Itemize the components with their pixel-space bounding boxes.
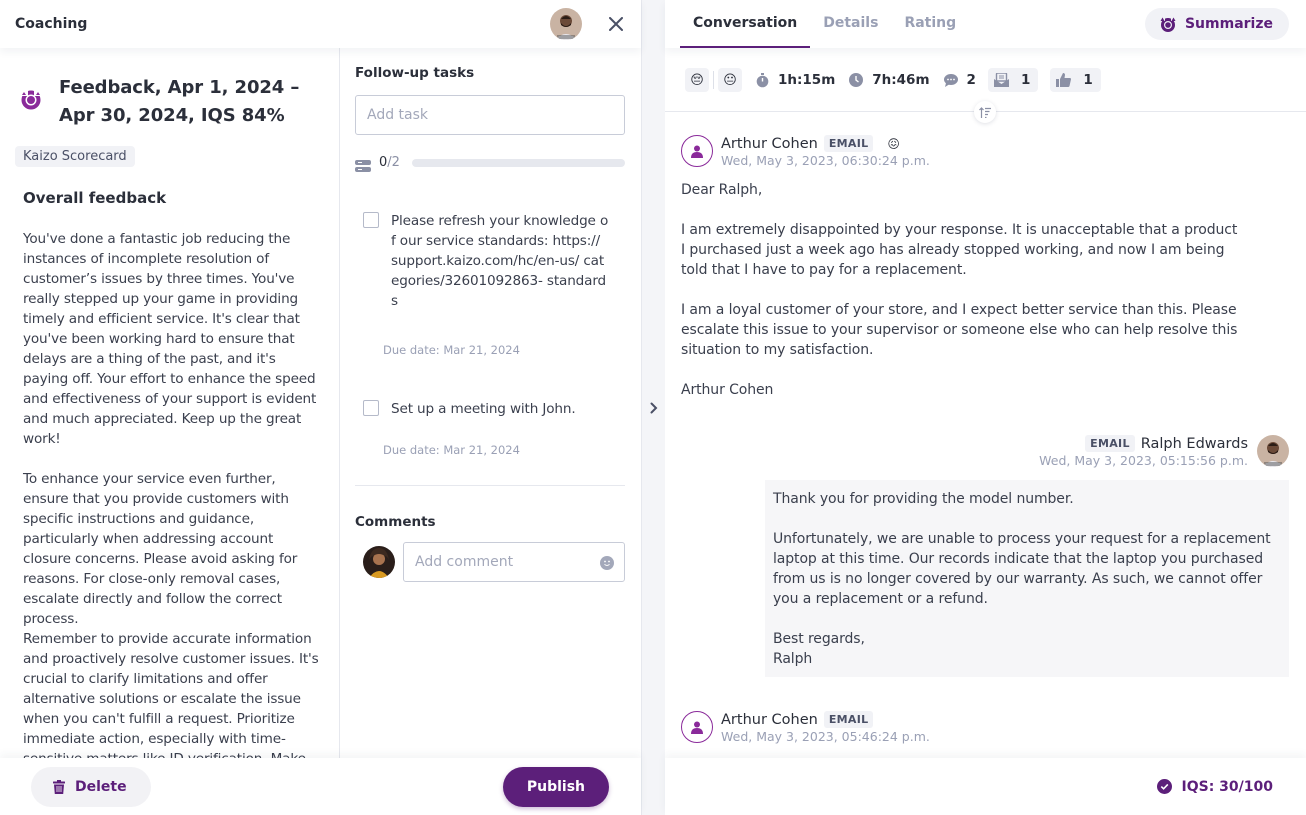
task-progress-bar (411, 158, 625, 167)
message: Arthur Cohen EMAIL Wed, May 3, 2023, 05:… (681, 711, 1241, 744)
conversation-footer: IQS: 30/100 (665, 758, 1306, 815)
comments-heading: Comments (355, 514, 436, 530)
overall-feedback-text: You've done a fantastic job reducing the… (23, 231, 319, 758)
divider (355, 485, 625, 486)
coaching-header: Coaching (0, 0, 641, 48)
overall-feedback-heading: Overall feedback (23, 189, 167, 207)
message-body: Dear Ralph, I am extremely disappointed … (681, 182, 1238, 398)
resolution-time-metric: 7h:46m (849, 72, 930, 88)
chat-bubble-icon (943, 73, 958, 87)
channel-badge: EMAIL (1085, 435, 1135, 452)
message-body: Thank you for providing the model number… (765, 480, 1289, 677)
divider (713, 71, 714, 89)
task-checkbox[interactable] (363, 212, 379, 228)
conversation-metrics: 😔 😐 1h:15m 7h:46m 2 1 1 (685, 67, 1101, 93)
add-comment-input[interactable] (404, 554, 600, 570)
publish-button[interactable]: Publish (502, 766, 609, 807)
summarize-label: Summarize (1184, 16, 1273, 32)
summarize-button[interactable]: Summarize (1144, 8, 1289, 40)
task-checkbox[interactable] (363, 400, 379, 416)
thumbs-up-icon (1056, 73, 1072, 87)
agent-avatar[interactable] (550, 8, 582, 40)
scorecard-tag: Kaizo Scorecard (15, 146, 135, 167)
coaching-panel: Coaching Feedback, Apr 1, 2024 – Apr 30,… (0, 0, 642, 815)
user-avatar (363, 546, 395, 578)
customer-avatar-icon (681, 711, 713, 743)
message-author: Arthur Cohen (721, 711, 818, 728)
agent-avatar (1257, 435, 1289, 467)
tasks-total-count: /2 (387, 155, 400, 170)
check-circle-icon (1156, 779, 1172, 794)
sentiment-start-icon: 😔 (685, 68, 709, 92)
collapse-panel-toggle[interactable] (642, 0, 665, 815)
task-item: Please refresh your knowledge of our ser… (355, 211, 625, 311)
add-task-input[interactable] (355, 95, 625, 135)
emails-metric: 1 (987, 68, 1039, 92)
tab-details[interactable]: Details (810, 15, 891, 48)
message: EMAIL Ralph Edwards Wed, May 3, 2023, 05… (749, 435, 1289, 677)
handle-time-metric: 1h:15m (756, 72, 835, 88)
tasks-icon (355, 157, 371, 172)
message-list: Arthur Cohen EMAIL 😖 Wed, May 3, 2023, 0… (665, 112, 1306, 758)
comment-composer (355, 542, 625, 582)
customer-avatar-icon (681, 135, 713, 167)
tab-rating[interactable]: Rating (891, 15, 969, 48)
task-due-date: Due date: Mar 21, 2024 (383, 343, 520, 357)
kaizo-logo-icon (18, 86, 44, 112)
conversation-panel: Conversation Details Rating Summarize 😔 … (665, 0, 1306, 815)
trash-icon (53, 779, 65, 794)
kaizo-logo-icon (1159, 16, 1176, 32)
chevron-right-icon (650, 402, 657, 413)
task-item: Set up a meeting with John. (355, 399, 625, 419)
stopwatch-icon (756, 72, 769, 87)
task-progress: 0/2 (355, 155, 625, 172)
message: Arthur Cohen EMAIL 😖 Wed, May 3, 2023, 0… (681, 135, 1241, 400)
clock-icon (849, 73, 864, 87)
message-author: Ralph Edwards (1140, 435, 1248, 452)
task-text: Set up a meeting with John. (391, 401, 576, 417)
emoji-picker-icon[interactable] (600, 555, 614, 570)
task-text: Please refresh your knowledge of our ser… (391, 213, 609, 309)
replies-metric: 2 (943, 72, 976, 88)
conversation-tabs: Conversation Details Rating Summarize (665, 0, 1306, 48)
envelope-icon (993, 73, 1009, 87)
coaching-title: Coaching (15, 16, 88, 32)
task-due-date: Due date: Mar 21, 2024 (383, 443, 520, 457)
followup-column: Follow-up tasks 0/2 Please refresh your … (340, 48, 641, 758)
iqs-score: IQS: 30/100 (1156, 779, 1273, 795)
message-time: Wed, May 3, 2023, 06:30:24 p.m. (721, 153, 930, 168)
message-time: Wed, May 3, 2023, 05:46:24 p.m. (721, 729, 930, 744)
close-icon[interactable] (606, 14, 626, 34)
feedback-title: Feedback, Apr 1, 2024 – Apr 30, 2024, IQ… (59, 77, 300, 126)
delete-label: Delete (75, 778, 127, 795)
feedback-column: Feedback, Apr 1, 2024 – Apr 30, 2024, IQ… (0, 48, 340, 758)
channel-badge: EMAIL (823, 135, 874, 152)
coaching-footer: Delete Publish (0, 758, 641, 815)
followup-heading: Follow-up tasks (355, 65, 475, 81)
message-time: Wed, May 3, 2023, 05:15:56 p.m. (1039, 453, 1248, 468)
delete-button[interactable]: Delete (31, 766, 151, 807)
message-author: Arthur Cohen (721, 135, 818, 152)
sentiment-end-icon: 😐 (718, 68, 742, 92)
channel-badge: EMAIL (823, 711, 874, 728)
sentiment-icon: 😖 (887, 136, 900, 151)
likes-metric: 1 (1050, 68, 1101, 92)
tab-conversation[interactable]: Conversation (680, 15, 811, 48)
